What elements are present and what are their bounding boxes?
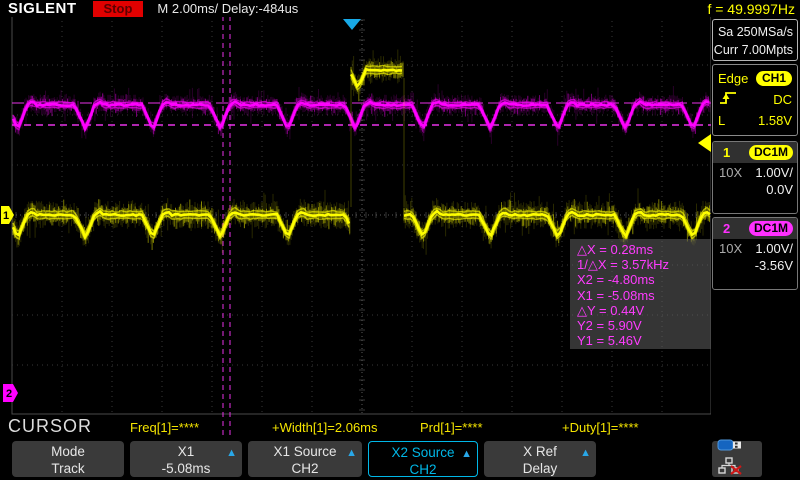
channel2-probe: 10X	[719, 241, 742, 256]
trigger-mode: Edge	[718, 71, 748, 86]
oscilloscope-screen: SIGLENT Stop M 2.00ms/ Delay:-484us f = …	[0, 0, 800, 480]
channel1-info-box[interactable]: 1 DC1M 10X 1.00V/ 0.0V	[712, 141, 798, 214]
softkey-x-ref[interactable]: X Ref Delay ▲	[484, 441, 596, 477]
trigger-source-badge: CH1	[756, 71, 792, 86]
trigger-position-marker	[343, 19, 361, 30]
up-arrow-icon: ▲	[580, 445, 591, 462]
trigger-level-marker	[698, 134, 711, 152]
softkey-x1[interactable]: X1 -5.08ms ▲	[130, 441, 242, 477]
channel2-number: 2	[723, 221, 730, 236]
rising-edge-icon	[718, 90, 738, 109]
cursor-dy: △Y = 0.44V	[577, 303, 711, 318]
measurement-period: Prd[1]=****	[420, 420, 483, 435]
brand-logo: SIGLENT	[8, 0, 77, 17]
cursor-readout-panel: △X = 0.28ms 1/△X = 3.57kHz X2 = -4.80ms …	[570, 239, 711, 349]
cursor-y1: Y1 = 5.46V	[577, 333, 711, 348]
cursor-x2: X2 = -4.80ms	[577, 272, 711, 287]
softkey-mode[interactable]: Mode Track	[12, 441, 124, 477]
status-icons-box	[712, 441, 762, 477]
measurement-pwidth: +Width[1]=2.06ms	[272, 420, 378, 435]
cursor-inv-dx: 1/△X = 3.57kHz	[577, 257, 711, 272]
measurement-duty: +Duty[1]=****	[562, 420, 639, 435]
softkey-x2-source[interactable]: X2 Source CH2 ▲	[368, 441, 478, 477]
channel1-offset: 0.0V	[713, 180, 797, 197]
timebase-readout[interactable]: M 2.00ms/ Delay:-484us	[157, 1, 298, 16]
memory-depth: Curr 7.00Mpts	[713, 41, 793, 59]
cursor-x1: X1 = -5.08ms	[577, 288, 711, 303]
softkey-menu: Mode Track X1 -5.08ms ▲ X1 Source CH2 ▲ …	[0, 440, 800, 480]
usb-icon	[717, 438, 743, 457]
trigger-level-label: L	[718, 113, 725, 128]
lan-disconnected-icon	[717, 457, 743, 480]
top-bar: SIGLENT Stop M 2.00ms/ Delay:-484us f = …	[0, 0, 800, 17]
svg-text:1: 1	[3, 210, 9, 222]
channel2-info-box[interactable]: 2 DC1M 10X 1.00V/ -3.56V	[712, 217, 798, 290]
channel2-scale: 1.00V/	[755, 241, 793, 256]
channel1-scale: 1.00V/	[755, 165, 793, 180]
run-state-badge[interactable]: Stop	[93, 1, 144, 17]
up-arrow-icon: ▲	[346, 445, 357, 462]
channel2-coupling-badge: DC1M	[749, 221, 793, 236]
up-arrow-icon: ▲	[461, 446, 472, 463]
trigger-coupling: DC	[773, 92, 792, 107]
softkey-x1-source[interactable]: X1 Source CH2 ▲	[248, 441, 362, 477]
up-arrow-icon: ▲	[226, 445, 237, 462]
sidebar: Sa 250MSa/s Curr 7.00Mpts Edge CH1 DC L …	[711, 17, 800, 440]
trigger-level-value: 1.58V	[758, 113, 792, 128]
measurement-freq: Freq[1]=****	[130, 420, 199, 435]
svg-text:2: 2	[6, 388, 12, 400]
channel1-coupling-badge: DC1M	[749, 145, 793, 160]
trigger-info-box[interactable]: Edge CH1 DC L 1.58V	[712, 64, 798, 136]
cursor-dx: △X = 0.28ms	[577, 242, 711, 257]
cursor-y2: Y2 = 5.90V	[577, 318, 711, 333]
sample-rate: Sa 250MSa/s	[713, 23, 793, 41]
channel1-probe: 10X	[719, 165, 742, 180]
cursor-menu-title: CURSOR	[8, 416, 92, 437]
channel1-number: 1	[723, 145, 730, 160]
acquisition-info-box[interactable]: Sa 250MSa/s Curr 7.00Mpts	[712, 19, 798, 61]
measurement-strip: CURSOR Freq[1]=**** +Width[1]=2.06ms Prd…	[0, 414, 712, 438]
channel2-offset: -3.56V	[713, 256, 797, 273]
frequency-counter: f = 49.9997Hz	[707, 1, 795, 17]
